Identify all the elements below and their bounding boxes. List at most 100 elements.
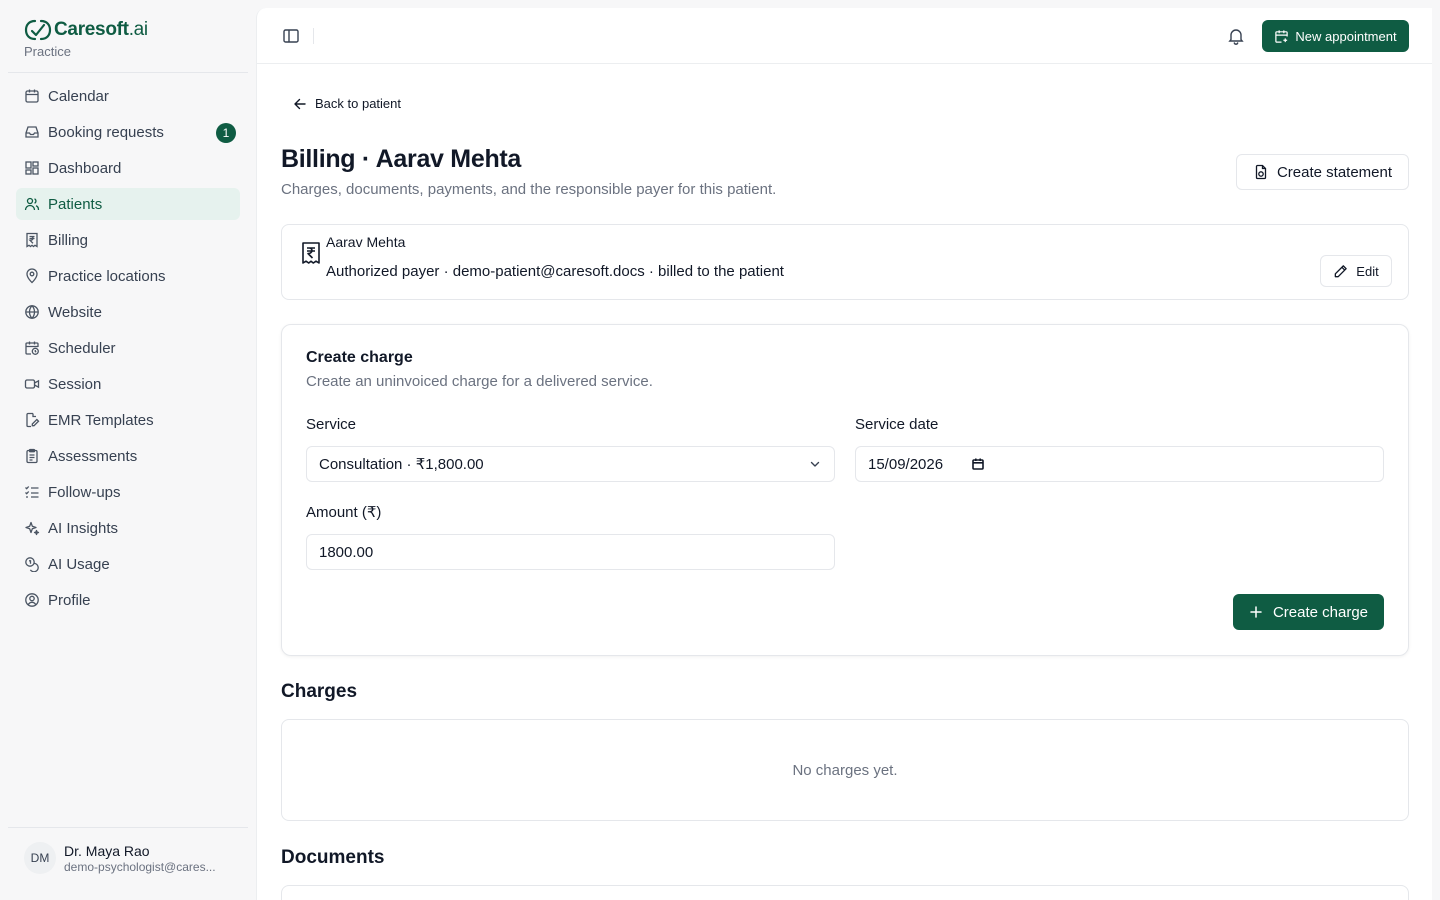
sidebar-item-session[interactable]: Session — [16, 368, 240, 400]
chevron-down-icon — [808, 457, 822, 471]
amount-input[interactable]: 1800.00 — [306, 534, 835, 570]
sparkles-icon — [24, 520, 40, 536]
back-to-patient-link[interactable]: Back to patient — [293, 96, 401, 111]
create-charge-card: Create charge Create an uninvoiced charg… — [281, 324, 1409, 656]
sidebar-item-booking-requests[interactable]: Booking requests 1 — [16, 116, 240, 148]
calendar-picker-icon[interactable] — [971, 457, 985, 471]
calendar-plus-icon — [1274, 29, 1289, 44]
sidebar-item-label: Follow-ups — [48, 483, 121, 501]
topbar: New appointment — [257, 8, 1432, 64]
user-email: demo-psychologist@cares... — [64, 859, 216, 874]
new-appointment-button[interactable]: New appointment — [1262, 20, 1409, 52]
calendar-clock-icon — [24, 340, 40, 356]
edit-payer-button[interactable]: Edit — [1320, 255, 1392, 287]
file-edit-icon — [24, 412, 40, 428]
video-icon — [24, 376, 40, 392]
create-charge-subtitle: Create an uninvoiced charge for a delive… — [306, 373, 653, 390]
inbox-icon — [24, 124, 40, 140]
user-name: Dr. Maya Rao — [64, 842, 150, 859]
edit-label: Edit — [1356, 263, 1379, 279]
sidebar-toggle-icon[interactable] — [281, 26, 301, 46]
globe-icon — [24, 304, 40, 320]
calendar-icon — [24, 88, 40, 104]
file-coin-icon — [1253, 164, 1269, 180]
sidebar-nav: Calendar Booking requests 1 Dashboard Pa… — [16, 80, 240, 620]
create-charge-label: Create charge — [1272, 603, 1369, 621]
coins-icon — [24, 556, 40, 572]
sidebar-item-label: AI Insights — [48, 519, 119, 537]
create-charge-button[interactable]: Create charge — [1233, 594, 1384, 630]
service-label: Service — [306, 416, 357, 433]
bell-icon[interactable] — [1226, 26, 1246, 46]
payer-name: Aarav Mehta — [326, 234, 406, 250]
service-select[interactable]: Consultation · ₹1,800.00 — [306, 446, 835, 482]
amount-label: Amount (₹) — [306, 504, 382, 521]
sidebar-item-patients[interactable]: Patients — [16, 188, 240, 220]
caresoft-logo-icon — [24, 18, 52, 42]
amount-value: 1800.00 — [319, 543, 374, 561]
documents-list — [281, 885, 1409, 900]
arrow-left-icon — [293, 97, 307, 111]
sidebar-item-ai-usage[interactable]: AI Usage — [16, 548, 240, 580]
service-date-value: 15/09/2026 — [868, 455, 944, 473]
sidebar-item-label: Session — [48, 375, 102, 393]
sidebar-item-label: Dashboard — [48, 159, 122, 177]
sidebar-item-practice-locations[interactable]: Practice locations — [16, 260, 240, 292]
dashboard-icon — [24, 160, 40, 176]
pencil-icon — [1333, 264, 1348, 279]
sidebar-item-website[interactable]: Website — [16, 296, 240, 328]
user-circle-icon — [24, 592, 40, 608]
users-icon — [24, 196, 40, 212]
sidebar-item-ai-insights[interactable]: AI Insights — [16, 512, 240, 544]
sidebar-item-emr-templates[interactable]: EMR Templates — [16, 404, 240, 436]
charges-empty-state: No charges yet. — [792, 762, 898, 779]
sidebar-item-calendar[interactable]: Calendar — [16, 80, 240, 112]
payer-card: Aarav Mehta Authorized payer · demo-pati… — [281, 224, 1409, 300]
new-appointment-label: New appointment — [1295, 28, 1397, 44]
charges-list: No charges yet. — [281, 719, 1409, 821]
sidebar-item-label: EMR Templates — [48, 411, 154, 429]
plus-icon — [1249, 605, 1263, 619]
sidebar-divider — [8, 72, 248, 73]
list-checks-icon — [24, 484, 40, 500]
service-date-input[interactable]: 15/09/2026 — [855, 446, 1384, 482]
service-date-label: Service date — [855, 416, 939, 433]
page-title: Billing · Aarav Mehta — [281, 145, 522, 173]
sidebar-item-billing[interactable]: Billing — [16, 224, 240, 256]
sidebar: Caresoft.ai Practice Calendar Booking re… — [0, 0, 256, 900]
create-statement-label: Create statement — [1276, 163, 1393, 181]
sidebar-item-label: Assessments — [48, 447, 138, 465]
sidebar-item-label: Scheduler — [48, 339, 116, 357]
page-subtitle: Charges, documents, payments, and the re… — [281, 181, 777, 198]
sidebar-item-profile[interactable]: Profile — [16, 584, 240, 616]
create-statement-button[interactable]: Create statement — [1236, 154, 1409, 190]
sidebar-item-label: Patients — [48, 195, 103, 213]
sidebar-item-label: Booking requests — [48, 123, 164, 141]
charges-title: Charges — [281, 681, 358, 702]
sidebar-item-label: Practice locations — [48, 267, 166, 285]
sidebar-item-scheduler[interactable]: Scheduler — [16, 332, 240, 364]
user-menu[interactable]: DM Dr. Maya Rao demo-psychologist@cares.… — [24, 842, 216, 874]
rupee-receipt-icon — [300, 241, 322, 265]
booking-requests-count-badge: 1 — [216, 123, 236, 143]
back-label: Back to patient — [315, 96, 401, 111]
sidebar-divider — [8, 827, 248, 828]
sidebar-item-follow-ups[interactable]: Follow-ups — [16, 476, 240, 508]
main-panel: New appointment Back to patient Billing … — [256, 8, 1432, 900]
brand[interactable]: Caresoft.ai Practice — [24, 18, 148, 59]
avatar: DM — [24, 842, 56, 874]
sidebar-item-assessments[interactable]: Assessments — [16, 440, 240, 472]
clipboard-icon — [24, 448, 40, 464]
map-pin-icon — [24, 268, 40, 284]
sidebar-item-dashboard[interactable]: Dashboard — [16, 152, 240, 184]
rupee-receipt-icon — [24, 232, 40, 248]
sidebar-item-label: Profile — [48, 591, 91, 609]
sidebar-item-label: Calendar — [48, 87, 109, 105]
create-charge-title: Create charge — [306, 349, 413, 366]
documents-title: Documents — [281, 847, 385, 868]
sidebar-item-label: Website — [48, 303, 102, 321]
sidebar-item-label: AI Usage — [48, 555, 110, 573]
toolbar-separator — [313, 28, 314, 44]
service-value: Consultation · ₹1,800.00 — [319, 456, 484, 473]
brand-subtitle: Practice — [24, 44, 71, 59]
